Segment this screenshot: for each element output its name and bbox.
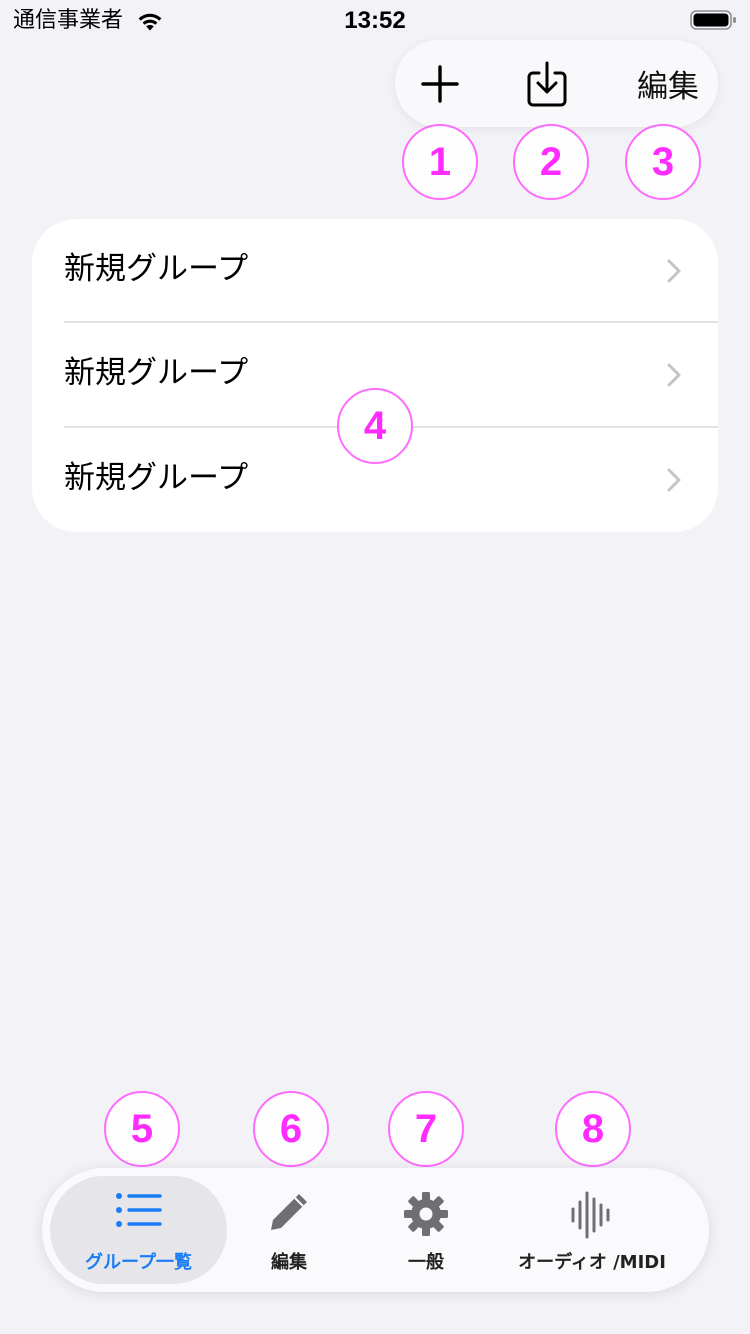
list-bullet-icon bbox=[115, 1193, 162, 1227]
annotation-badge-6: 6 bbox=[253, 1091, 329, 1167]
chevron-right-icon bbox=[667, 363, 681, 387]
battery-icon bbox=[690, 10, 736, 30]
annotation-badge-4: 4 bbox=[337, 388, 413, 464]
tab-bar: グループ一覧 編集 一般 オーディオ /MIDI bbox=[42, 1168, 709, 1292]
toolbar: 編集 bbox=[395, 40, 718, 127]
status-bar: 通信事業者 13:52 bbox=[0, 0, 750, 40]
status-time: 13:52 bbox=[344, 7, 406, 34]
annotation-badge-3: 3 bbox=[625, 124, 701, 200]
waveform-icon bbox=[571, 1191, 610, 1239]
pencil-icon bbox=[271, 1194, 307, 1230]
gear-icon bbox=[404, 1192, 448, 1236]
tab-edit[interactable]: 編集 bbox=[227, 1176, 351, 1284]
chevron-right-icon bbox=[667, 259, 681, 283]
chevron-right-icon bbox=[667, 468, 681, 492]
add-button[interactable] bbox=[415, 59, 465, 109]
tray-arrow-down-icon bbox=[527, 61, 567, 107]
edit-button[interactable]: 編集 bbox=[623, 58, 713, 108]
annotation-badge-2: 2 bbox=[513, 124, 589, 200]
import-button[interactable] bbox=[522, 59, 572, 109]
tab-audio-midi[interactable]: オーディオ /MIDI bbox=[507, 1176, 677, 1284]
annotation-badge-8: 8 bbox=[555, 1091, 631, 1167]
group-list: 新規グループ 新規グループ 新規グループ bbox=[32, 219, 718, 532]
annotation-badge-5: 5 bbox=[104, 1091, 180, 1167]
tab-label: 編集 bbox=[271, 1252, 307, 1273]
annotation-badge-1: 1 bbox=[402, 124, 478, 200]
tab-label: 一般 bbox=[408, 1252, 444, 1273]
annotation-badge-7: 7 bbox=[388, 1091, 464, 1167]
tab-group-list[interactable]: グループ一覧 bbox=[50, 1176, 227, 1284]
group-row-label: 新規グループ bbox=[64, 355, 249, 391]
tab-label: オーディオ /MIDI bbox=[518, 1252, 666, 1273]
group-row[interactable]: 新規グループ bbox=[32, 219, 718, 323]
group-row-label: 新規グループ bbox=[64, 460, 249, 496]
tab-label: グループ一覧 bbox=[85, 1252, 192, 1273]
plus-icon bbox=[421, 65, 459, 103]
group-row-label: 新規グループ bbox=[64, 251, 249, 287]
tab-general[interactable]: 一般 bbox=[360, 1176, 492, 1284]
